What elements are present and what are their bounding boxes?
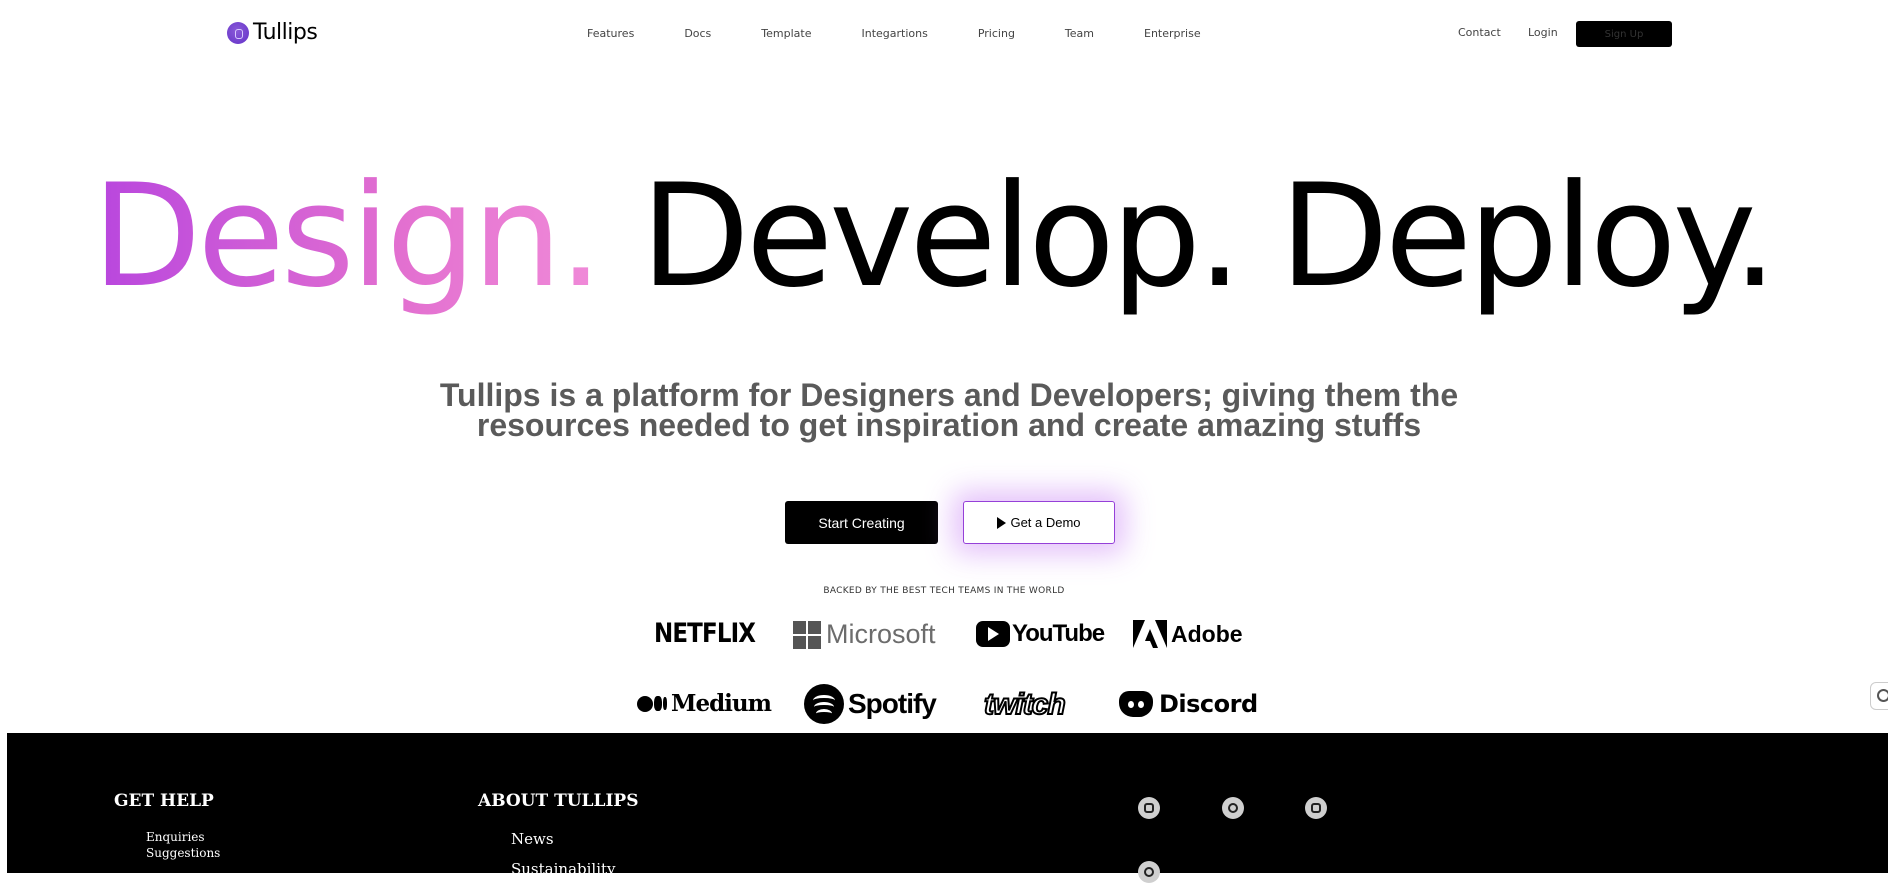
- microsoft-logo: Microsoft: [793, 619, 936, 650]
- brand-logo[interactable]: Tullips: [227, 20, 318, 45]
- nav-link-template[interactable]: Template: [761, 27, 811, 40]
- footer-get-help-title: GET HELP: [114, 791, 214, 811]
- instagram-icon[interactable]: [1138, 797, 1160, 819]
- tullips-logo-icon: [227, 21, 249, 44]
- footer-link-suggestions[interactable]: Suggestions: [146, 846, 220, 860]
- adobe-logo: Adobe: [1133, 620, 1243, 648]
- discord-wordmark: Discord: [1159, 690, 1258, 718]
- start-creating-button[interactable]: Start Creating: [785, 501, 938, 544]
- brand-name: Tullips: [253, 20, 318, 45]
- headline-design: Design.: [92, 154, 603, 319]
- netflix-wordmark: NETFLIX: [654, 618, 756, 649]
- nav-link-enterprise[interactable]: Enterprise: [1144, 27, 1201, 40]
- twitch-wordmark: twitch: [983, 687, 1067, 722]
- headline-deploy: Deploy.: [1279, 154, 1777, 319]
- spotify-logo: Spotify: [804, 684, 937, 724]
- microsoft-wordmark: Microsoft: [826, 619, 936, 649]
- footer-link-sustainability[interactable]: Sustainability: [511, 860, 616, 878]
- top-navigation: Tullips Features Docs Template Integarti…: [0, 0, 1888, 70]
- headline-develop: Develop.: [640, 154, 1243, 319]
- nav-link-team[interactable]: Team: [1065, 27, 1094, 40]
- spotify-wordmark: Spotify: [848, 688, 937, 719]
- footer-link-enquiries[interactable]: Enquiries: [146, 830, 205, 844]
- login-link[interactable]: Login: [1528, 26, 1558, 39]
- microsoft-grid-icon: [793, 620, 821, 649]
- subtitle-line-1: Tullips is a platform for Designers and …: [439, 377, 1459, 413]
- nav-link-pricing[interactable]: Pricing: [978, 27, 1015, 40]
- play-icon: [997, 516, 1007, 529]
- nav-link-features[interactable]: Features: [587, 27, 634, 40]
- footer: GET HELP Enquiries Suggestions ABOUT TUL…: [7, 733, 1888, 883]
- youtube-wordmark: YouTube: [1012, 620, 1105, 647]
- hero-subtitle: Tullips is a platform for Designers and …: [380, 377, 1518, 443]
- facebook-icon[interactable]: [1305, 797, 1327, 819]
- footer-link-news[interactable]: News: [511, 830, 554, 848]
- spotify-icon: [804, 684, 844, 724]
- twitter-icon[interactable]: [1222, 797, 1244, 819]
- discord-logo: Discord: [1119, 690, 1258, 718]
- hero-headline: Design. Develop. Deploy.: [92, 162, 1778, 312]
- discord-icon: [1119, 691, 1153, 717]
- medium-dots-icon: [637, 695, 668, 712]
- nav-link-integrations[interactable]: Integartions: [862, 27, 928, 40]
- youtube-logo: YouTube: [976, 620, 1105, 648]
- search-icon: [1877, 689, 1888, 702]
- main-menu: Features Docs Template Integartions Pric…: [587, 27, 1201, 40]
- medium-logo: Medium: [637, 690, 772, 717]
- youtube-play-icon: [976, 621, 1010, 647]
- medium-wordmark: Medium: [671, 690, 772, 717]
- nav-link-docs[interactable]: Docs: [684, 27, 711, 40]
- get-demo-button[interactable]: Get a Demo: [963, 501, 1115, 544]
- adobe-icon: [1133, 620, 1167, 648]
- sign-up-button[interactable]: Sign Up: [1576, 21, 1672, 47]
- search-widget[interactable]: [1870, 682, 1888, 710]
- twitch-logo: twitch: [983, 687, 1067, 722]
- netflix-logo: NETFLIX: [654, 618, 756, 649]
- contact-link[interactable]: Contact: [1458, 26, 1501, 39]
- adobe-wordmark: Adobe: [1171, 620, 1243, 647]
- backed-by-caption: BACKED BY THE BEST TECH TEAMS IN THE WOR…: [823, 586, 1065, 596]
- subtitle-line-2: resources needed to get inspiration and …: [476, 407, 1422, 443]
- get-demo-label: Get a Demo: [1010, 515, 1081, 530]
- footer-about-title: ABOUT TULLIPS: [478, 791, 639, 811]
- pinterest-icon[interactable]: [1138, 861, 1160, 883]
